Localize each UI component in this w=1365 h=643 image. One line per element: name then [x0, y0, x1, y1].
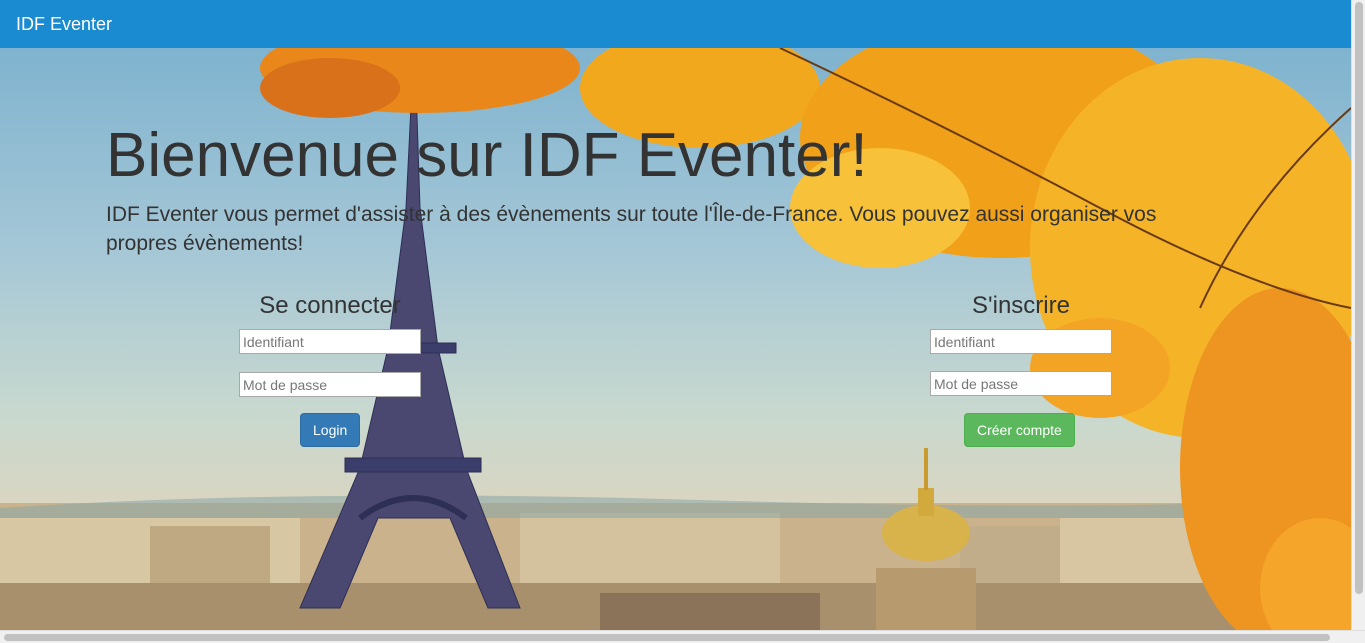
login-button[interactable]: Login [300, 413, 361, 447]
horizontal-scrollbar-thumb[interactable] [4, 634, 1330, 641]
login-username-input[interactable] [239, 329, 421, 354]
create-account-button[interactable]: Créer compte [964, 413, 1075, 447]
brand-link[interactable]: IDF Eventer [16, 14, 112, 35]
signup-title: S'inscrire [972, 292, 1070, 319]
intro-text: IDF Eventer vous permet d'assister à des… [106, 203, 1157, 255]
signup-username-input[interactable] [930, 329, 1112, 354]
login-title: Se connecter [259, 292, 401, 319]
vertical-scrollbar[interactable] [1351, 0, 1365, 630]
login-password-input[interactable] [239, 372, 421, 397]
vertical-scrollbar-thumb[interactable] [1355, 2, 1363, 594]
page-title: Bienvenue sur IDF Eventer! [106, 121, 868, 190]
horizontal-scrollbar[interactable] [0, 630, 1365, 643]
signup-password-input[interactable] [930, 371, 1112, 396]
navbar: IDF Eventer [0, 0, 1351, 48]
hero-section: Bienvenue sur IDF Eventer! IDF Eventer v… [0, 48, 1351, 630]
